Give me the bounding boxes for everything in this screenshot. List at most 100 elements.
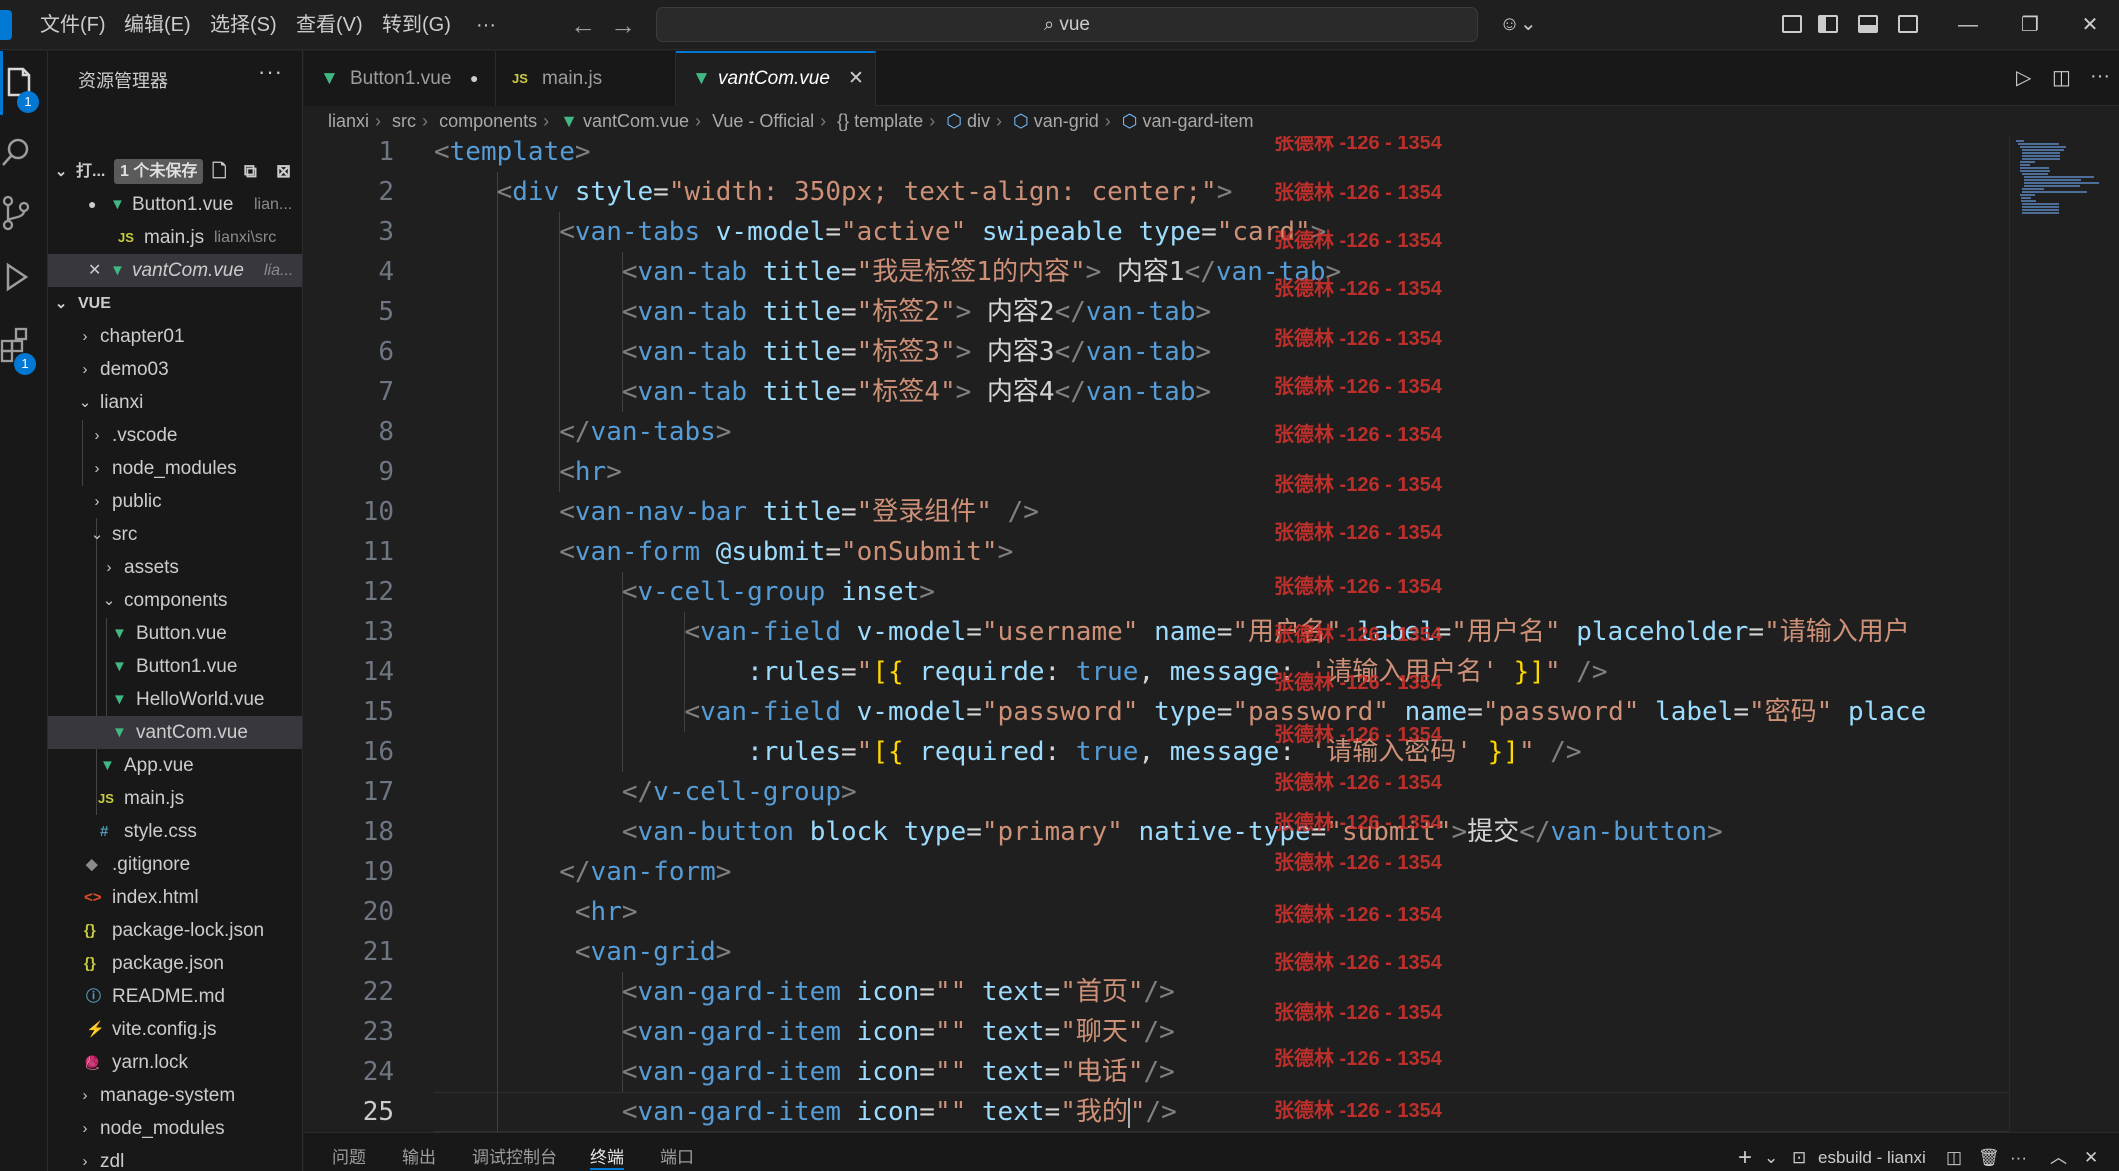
code-line[interactable]: </van-form> [434, 852, 731, 892]
run-icon[interactable]: ▷ [2016, 65, 2031, 90]
tree-file[interactable]: {} package-lock.json [48, 914, 302, 947]
search-input[interactable]: vue [1059, 14, 1090, 35]
tree-folder[interactable]: › .vscode [48, 419, 302, 452]
menu-go[interactable]: 转到(G) [374, 0, 459, 50]
code-line[interactable]: <hr> [434, 452, 622, 492]
close-panel-icon[interactable]: ✕ [2084, 1133, 2098, 1171]
trash-icon[interactable]: 🗑 [1978, 1133, 2000, 1171]
tree-folder[interactable]: › node_modules [48, 452, 302, 485]
tree-folder[interactable]: › zdl [48, 1145, 302, 1171]
tree-file[interactable]: ▼ Button1.vue [48, 650, 302, 683]
code-line[interactable]: <hr> [434, 892, 638, 932]
tree-file[interactable]: 🧶 yarn.lock [48, 1046, 302, 1079]
code-line[interactable]: <van-gard-item icon="" text="电话"/> [434, 1052, 1175, 1092]
command-center-search[interactable]: ⌕ vue [656, 7, 1478, 42]
code-line[interactable]: <van-field v-model="username" name="用户名"… [434, 612, 1909, 652]
tree-file[interactable]: ◆ .gitignore [48, 848, 302, 881]
code-line[interactable]: <van-gard-item icon="" text="聊天"/> [434, 1012, 1175, 1052]
close-editor-icon[interactable]: ✕ [88, 254, 101, 287]
close-tab-icon[interactable]: ✕ [848, 53, 864, 104]
copilot-icon[interactable]: ☺⌄ [1496, 12, 1540, 36]
explorer-icon[interactable]: 1 [0, 51, 48, 115]
open-editor-item[interactable]: JS main.js lianxi\src [48, 221, 302, 254]
panel-tab-problems[interactable]: 问题 [332, 1133, 366, 1171]
open-editor-item[interactable]: ✕ ▼ vantCom.vue lia... [48, 254, 302, 287]
breadcrumb-item[interactable]: {} template [837, 111, 923, 131]
code-line[interactable]: <van-button block type="primary" native-… [434, 812, 1723, 852]
code-line[interactable]: <van-grid> [434, 932, 732, 972]
sidebar-more-icon[interactable]: ··· [258, 59, 283, 85]
breadcrumb-item[interactable]: src [392, 111, 416, 131]
close-all-icon[interactable]: ⊠ [276, 155, 291, 188]
source-control-icon[interactable] [0, 181, 48, 245]
tree-folder[interactable]: › node_modules [48, 1112, 302, 1145]
tree-folder[interactable]: ⌄ components [48, 584, 302, 617]
run-debug-icon[interactable] [0, 247, 48, 311]
breadcrumb-item[interactable]: div [967, 111, 990, 131]
code-line[interactable]: <van-tab title="我是标签1的内容"> 内容1</van-tab> [434, 252, 1341, 292]
code-line[interactable]: <van-tab title="标签2"> 内容2</van-tab> [434, 292, 1211, 332]
menu-more[interactable]: ··· [468, 0, 504, 50]
breadcrumb-item[interactable]: van-gard-item [1142, 111, 1253, 131]
customize-layout-icon[interactable] [1782, 15, 1802, 33]
code-line[interactable]: <v-cell-group inset> [434, 572, 935, 612]
panel-tab-output[interactable]: 输出 [402, 1133, 436, 1171]
code-line[interactable]: <van-field v-model="password" type="pass… [434, 692, 1926, 732]
tree-folder[interactable]: › demo03 [48, 353, 302, 386]
code-line[interactable]: <van-form @submit="onSubmit"> [434, 532, 1013, 572]
toggle-secondary-sidebar-icon[interactable] [1898, 15, 1918, 33]
tree-file[interactable]: ▼ vantCom.vue [48, 716, 302, 749]
tree-folder[interactable]: › assets [48, 551, 302, 584]
more-icon[interactable]: ··· [2010, 1133, 2027, 1171]
toggle-primary-sidebar-icon[interactable] [1818, 15, 1838, 33]
breadcrumb-item[interactable]: vantCom.vue [583, 111, 689, 131]
breadcrumb-item[interactable]: van-grid [1034, 111, 1099, 131]
tab-vantcom-vue[interactable]: ▼ vantCom.vue ✕ [676, 51, 876, 106]
split-terminal-icon[interactable]: ◫ [1946, 1133, 1962, 1171]
new-terminal-icon[interactable]: + [1738, 1133, 1752, 1171]
code-line[interactable]: </van-tabs> [434, 412, 731, 452]
tree-file[interactable]: # style.css [48, 815, 302, 848]
extensions-icon[interactable]: 1 [0, 313, 48, 377]
menu-edit[interactable]: 编辑(E) [116, 0, 199, 50]
menu-view[interactable]: 查看(V) [288, 0, 371, 50]
tree-file[interactable]: <> index.html [48, 881, 302, 914]
tree-file[interactable]: JS main.js [48, 782, 302, 815]
split-editor-icon[interactable]: ◫ [2052, 65, 2071, 90]
tab-button1-vue[interactable]: ▼ Button1.vue ● [304, 51, 496, 106]
panel-tab-terminal[interactable]: 终端 [590, 1133, 624, 1171]
code-line[interactable]: <van-gard-item icon="" text="首页"/> [434, 972, 1175, 1012]
breadcrumb-item[interactable]: components [439, 111, 537, 131]
tree-file[interactable]: ▼ App.vue [48, 749, 302, 782]
code-line[interactable]: <template> [434, 136, 591, 172]
breadcrumb-item[interactable]: Vue - Official [712, 111, 814, 131]
new-file-icon[interactable]: 🗋 [212, 155, 226, 188]
menu-file[interactable]: 文件(F) [32, 0, 114, 50]
tab-main-js[interactable]: JS main.js [496, 51, 676, 106]
tree-file[interactable]: {} package.json [48, 947, 302, 980]
open-editor-item[interactable]: ● ▼ Button1.vue lian... [48, 188, 302, 221]
code-editor[interactable]: 1 2 3 4 5 6 7 8 9 10 11 12 13 14 15 16 17 18 19 20 21 22 23 24 2… [304, 136, 2009, 1132]
panel-tab-debug-console[interactable]: 调试控制台 [472, 1133, 557, 1171]
toggle-panel-icon[interactable] [1858, 15, 1878, 33]
code-line[interactable]: <van-gard-item icon="" text="我的"/> [434, 1092, 1177, 1132]
unsaved-dot-icon[interactable]: ● [470, 51, 478, 106]
code-line[interactable]: <div style="width: 350px; text-align: ce… [434, 172, 1233, 212]
more-actions-icon[interactable]: ··· [2090, 65, 2110, 88]
tree-folder[interactable]: › chapter01 [48, 320, 302, 353]
tree-folder[interactable]: › manage-system [48, 1079, 302, 1112]
close-window-icon[interactable]: ✕ [2060, 0, 2119, 50]
maximize-panel-icon[interactable]: ︿ [2050, 1133, 2067, 1171]
code-line[interactable]: <van-tab title="标签4"> 内容4</van-tab> [434, 372, 1211, 412]
code-line[interactable]: </v-cell-group> [434, 772, 857, 812]
search-view-icon[interactable] [0, 121, 48, 185]
chevron-down-icon[interactable]: ⌄ [1764, 1133, 1778, 1171]
terminal-name[interactable]: esbuild - lianxi [1818, 1133, 1926, 1171]
vscode-logo-icon[interactable] [0, 10, 12, 40]
back-arrow-icon[interactable]: ← [570, 0, 596, 50]
restore-icon[interactable]: ❐ [2000, 0, 2060, 50]
save-all-icon[interactable]: ⧉ [244, 155, 257, 188]
forward-arrow-icon[interactable]: → [610, 0, 636, 50]
open-editors-header[interactable]: ⌄ 打... 1 个未保存 🗋 ⧉ ⊠ [48, 155, 302, 188]
panel-tab-ports[interactable]: 端口 [660, 1133, 694, 1171]
